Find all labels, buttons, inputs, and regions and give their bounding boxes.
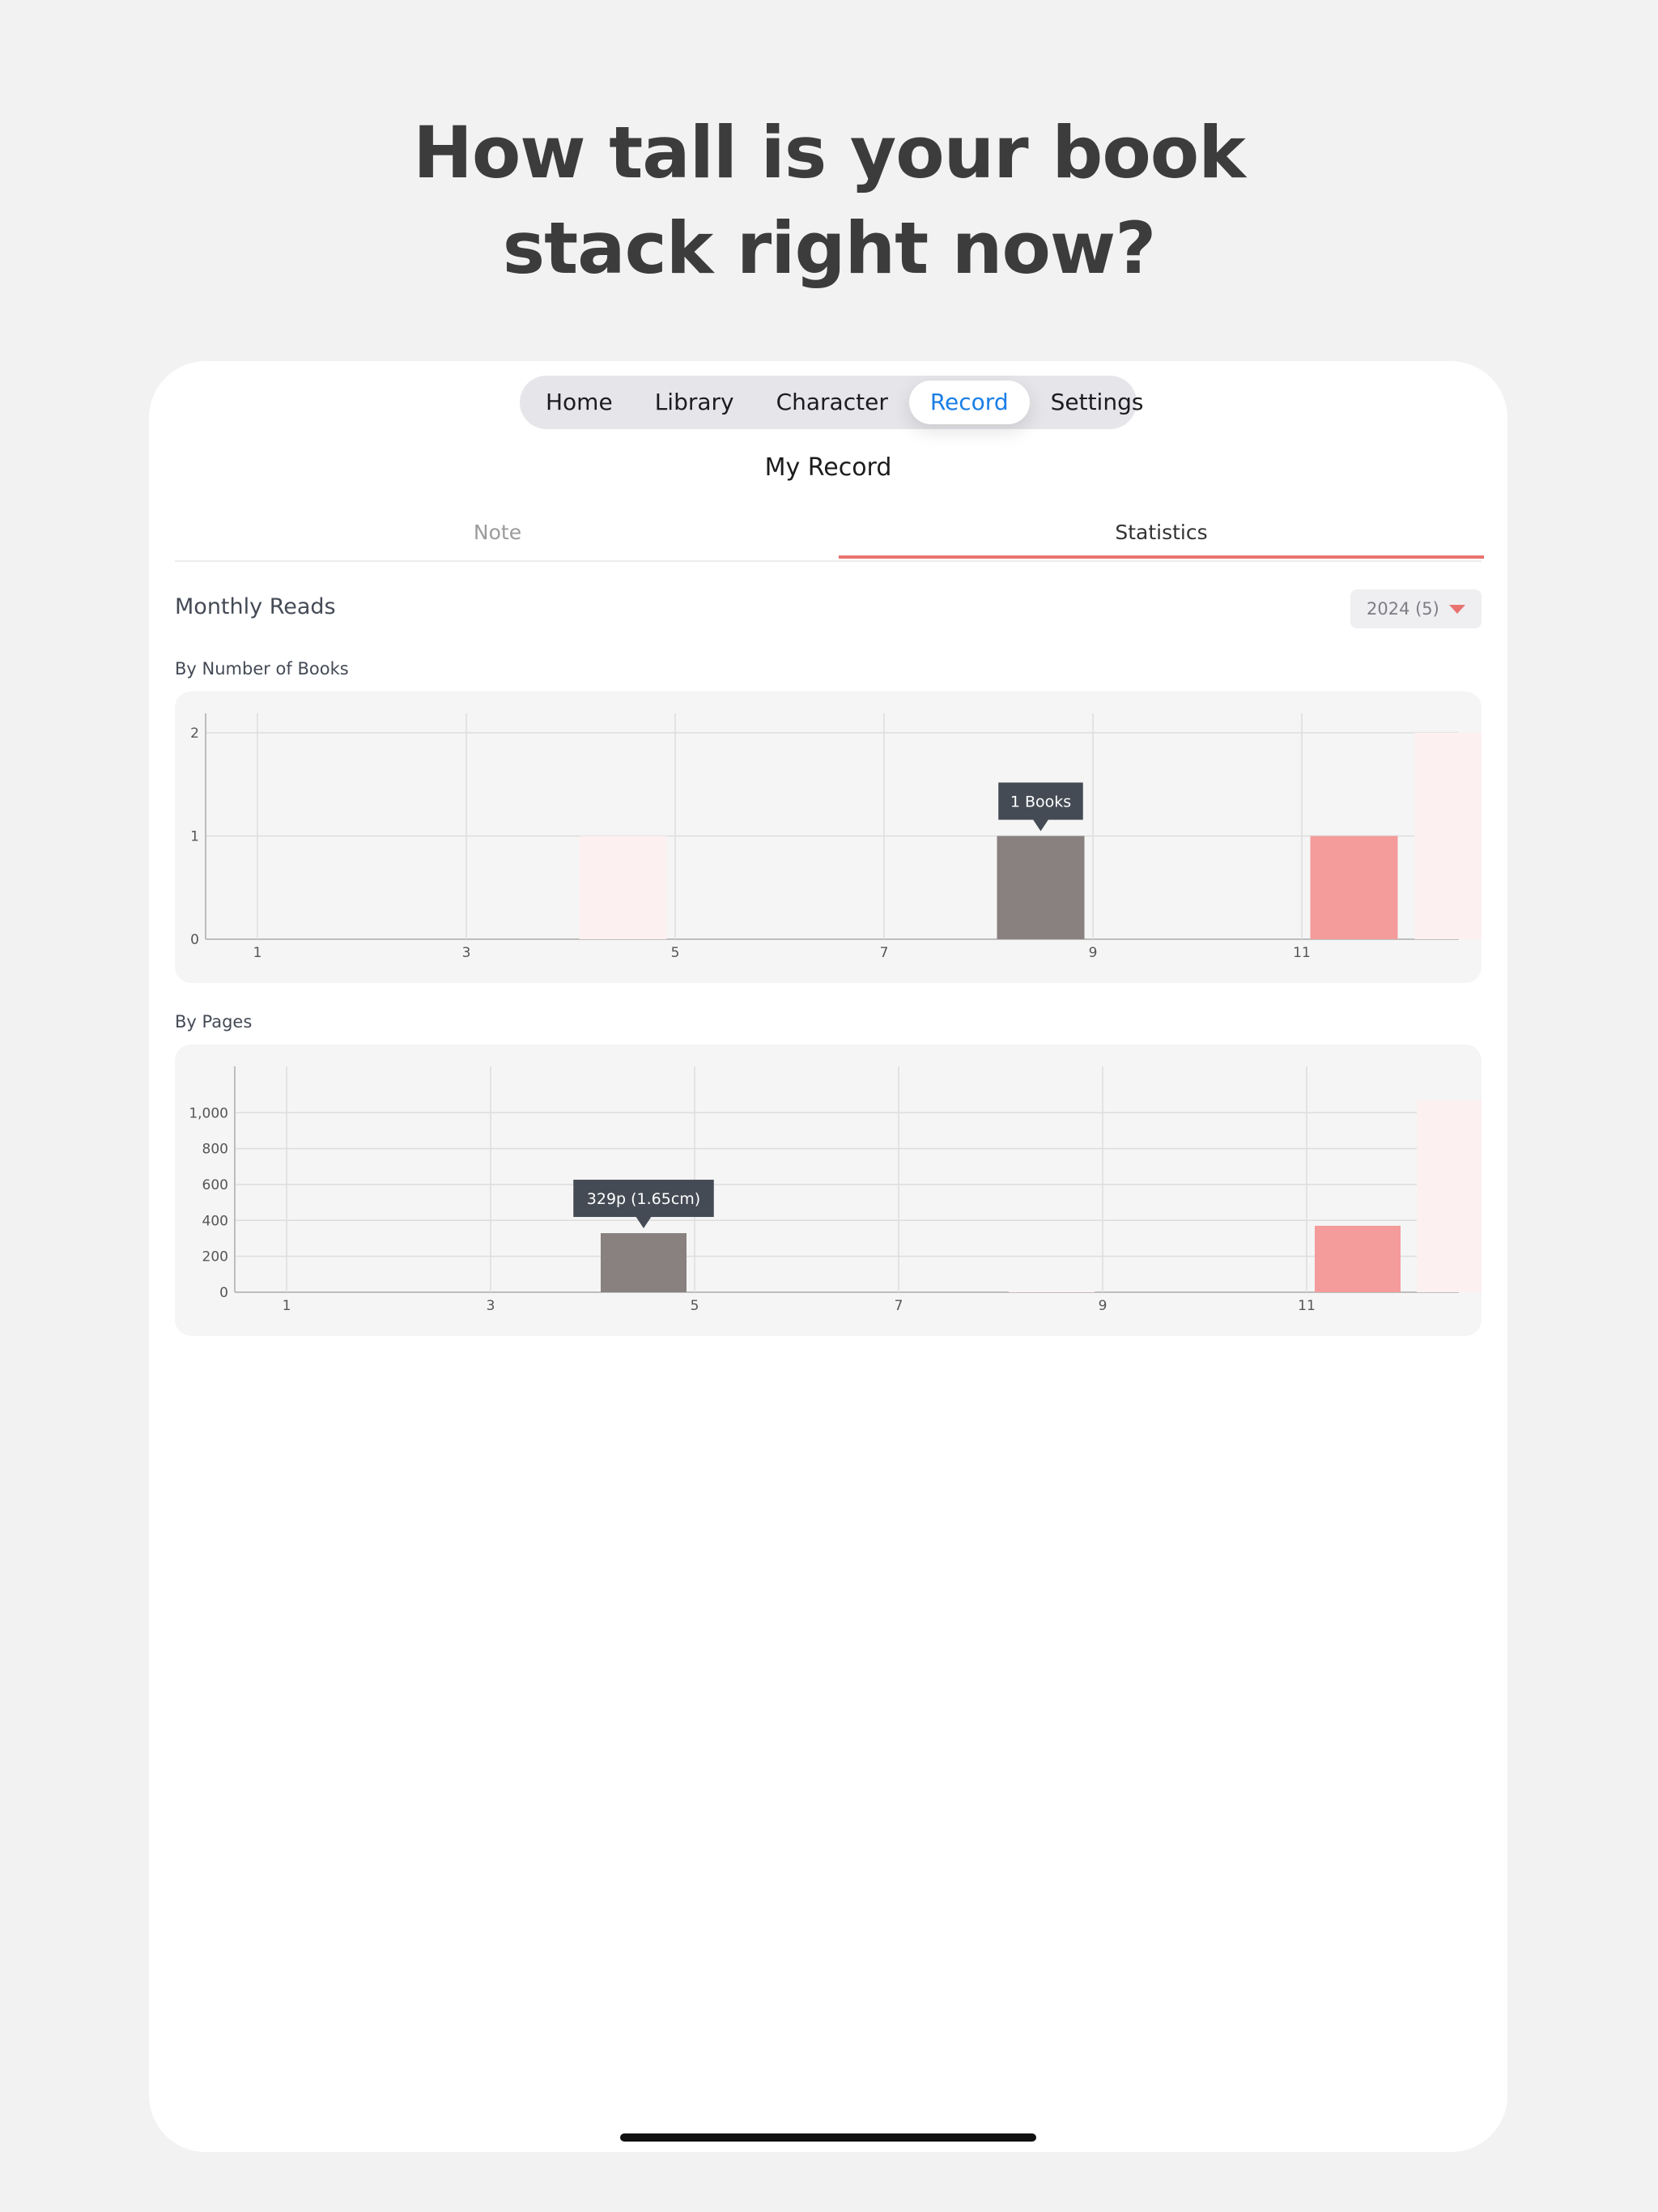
tooltip: 1 Books	[998, 782, 1083, 832]
top-tab-bar: Home Library Character Record Settings	[520, 376, 1143, 429]
y-tick-label: 400	[202, 1213, 228, 1229]
segment-note[interactable]: Note	[175, 515, 820, 557]
x-tick-label: 9	[1089, 945, 1098, 961]
device-screen: Home Library Character Record Settings M…	[149, 361, 1507, 2152]
bar-month-12	[1417, 1100, 1482, 1292]
tooltip-text: 329p (1.65cm)	[587, 1190, 700, 1208]
y-tick-label: 1,000	[189, 1105, 228, 1121]
x-tick-label: 5	[671, 945, 680, 961]
bar-month-11	[1315, 1225, 1401, 1292]
bar-month-8	[997, 836, 1085, 939]
x-tick-label: 7	[880, 945, 889, 961]
tab-character[interactable]: Character	[755, 381, 909, 424]
chart-pages-svg: 0 200 400 600 800 1,000 1 3 5 7 9 11 329p (1.65cm)	[189, 1066, 1482, 1314]
bar-month-4	[601, 1233, 687, 1292]
x-tick-label: 11	[1293, 945, 1311, 961]
headline-line-2: stack right now?	[502, 206, 1157, 290]
x-tick-label: 3	[487, 1298, 495, 1314]
x-tick-label: 3	[462, 945, 471, 961]
record-segment-control: Note Statistics	[175, 515, 1484, 562]
caret-down-icon	[1449, 605, 1465, 614]
x-tick-label: 1	[283, 1298, 291, 1314]
x-tick-label: 1	[253, 945, 262, 961]
year-dropdown-value: 2024 (5)	[1367, 599, 1439, 619]
x-tick-label: 7	[895, 1298, 903, 1314]
bar-month-4	[579, 836, 667, 939]
home-indicator[interactable]	[620, 2133, 1036, 2142]
chart-pages-title: By Pages	[175, 1012, 253, 1032]
tab-record[interactable]: Record	[908, 381, 1030, 424]
headline-line-1: How tall is your book	[413, 111, 1246, 194]
x-tick-label: 11	[1298, 1298, 1316, 1314]
tab-home[interactable]: Home	[525, 381, 634, 424]
x-tick-label: 9	[1099, 1298, 1107, 1314]
y-tick-label: 800	[202, 1142, 228, 1158]
tab-library[interactable]: Library	[634, 381, 755, 424]
chart-books-svg: 0 1 2 1 3 5 7 9 11 1 Books	[190, 713, 1482, 961]
y-tick-label: 0	[219, 1285, 228, 1301]
y-tick-label: 600	[202, 1177, 228, 1193]
tooltip-pointer	[636, 1216, 652, 1229]
bar-month-11	[1310, 836, 1398, 939]
y-tick-label: 200	[202, 1249, 228, 1266]
chart-books: 0 1 2 1 3 5 7 9 11 1 Books	[175, 691, 1482, 983]
headline: How tall is your book stack right now?	[0, 105, 1658, 296]
y-tick-label: 2	[190, 725, 199, 742]
segment-statistics[interactable]: Statistics	[839, 515, 1484, 559]
y-tick-label: 1	[190, 829, 199, 845]
year-dropdown[interactable]: 2024 (5)	[1350, 589, 1482, 628]
page-title: My Record	[764, 453, 892, 482]
tooltip-text: 1 Books	[1010, 793, 1071, 811]
section-title: Monthly Reads	[175, 594, 336, 619]
bar-month-8	[1009, 1291, 1095, 1292]
chart-books-title: By Number of Books	[175, 659, 349, 678]
y-tick-label: 0	[190, 932, 199, 948]
tab-settings[interactable]: Settings	[1030, 381, 1165, 424]
bar-month-12	[1414, 733, 1482, 939]
tooltip-pointer	[1032, 819, 1049, 832]
x-tick-label: 5	[691, 1298, 699, 1314]
chart-pages: 0 200 400 600 800 1,000 1 3 5 7 9 11 329p (1.65cm)	[175, 1044, 1482, 1336]
